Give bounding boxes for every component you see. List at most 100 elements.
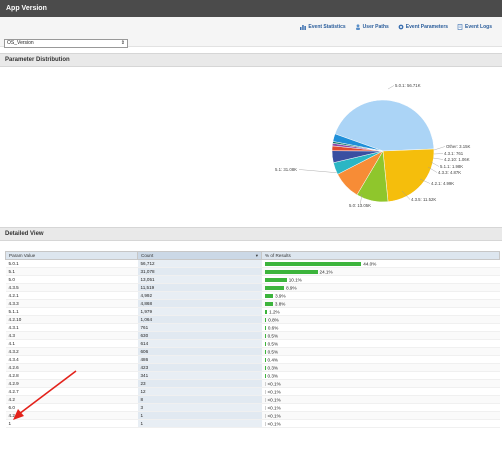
table-row[interactable]: 6.0 3 <0.1% [5, 403, 500, 412]
table-row[interactable]: 5.0.1 56,712 44.0% [5, 259, 500, 268]
column-header-percent[interactable]: % of Results [261, 251, 500, 260]
percent-label: <0.1% [267, 421, 281, 427]
cell-percent: <0.1% [261, 395, 500, 404]
table-row[interactable]: 4.2 8 <0.1% [5, 395, 500, 404]
cell-param-value: 5.0.1 [5, 259, 138, 268]
pie-label-connector [298, 169, 341, 174]
cell-count: 11,519 [137, 283, 262, 292]
percent-bar [264, 405, 266, 410]
table-row[interactable]: 4.2.6 423 0.3% [5, 363, 500, 372]
event-statistics-label: Event Statistics [308, 24, 346, 30]
cell-count: 1,979 [137, 307, 262, 316]
user-paths-icon [355, 24, 360, 30]
cell-percent: 0.3% [261, 371, 500, 380]
cell-count: 630 [137, 331, 262, 340]
cell-param-value: 4.2 [5, 395, 138, 404]
pie-slice-label: 4.2.1: 4.99K [431, 181, 454, 186]
table-row[interactable]: 5.1.1 1,979 1.2% [5, 307, 500, 316]
event-parameters-link[interactable]: Event Parameters [398, 24, 448, 30]
cell-percent: 0.8% [261, 315, 500, 324]
pie-label-connector [432, 157, 444, 160]
user-paths-link[interactable]: User Paths [355, 24, 389, 30]
cell-percent: <0.1% [261, 419, 500, 428]
cell-count: 1 [137, 411, 262, 420]
table-row[interactable]: 4.2.1 4,992 3.9% [5, 291, 500, 300]
percent-bar [264, 261, 362, 266]
cell-param-value: 5.1 [5, 267, 138, 276]
percent-bar [264, 285, 285, 290]
toolbar-links: Event Statistics User Paths Event Parame… [300, 24, 492, 30]
percent-label: 10.1% [288, 277, 302, 283]
table-row[interactable]: 5.0 13,051 10.1% [5, 275, 500, 284]
bar-chart-icon [300, 25, 307, 30]
table-row[interactable]: 4.3 630 0.5% [5, 331, 500, 340]
percent-label: 0.5% [267, 341, 279, 347]
cell-percent: 8.9% [261, 283, 500, 292]
percent-bar [264, 293, 274, 298]
table-row[interactable]: 4.3.4 486 0.4% [5, 355, 500, 364]
cell-count: 341 [137, 371, 262, 380]
percent-bar [264, 349, 266, 354]
percent-bar [264, 413, 266, 418]
cell-count: 4,868 [137, 299, 262, 308]
cell-param-value: 4.2.8 [5, 371, 138, 380]
cell-count: 23 [137, 379, 262, 388]
percent-bar [264, 277, 287, 282]
event-parameters-label: Event Parameters [405, 24, 449, 30]
parameter-distribution-header: Parameter Distribution [0, 53, 502, 67]
percent-label: <0.1% [267, 405, 281, 411]
cell-count: 12 [137, 387, 262, 396]
cell-param-value: 1 [5, 419, 138, 428]
event-logs-link[interactable]: Event Logs [457, 24, 492, 30]
table-row[interactable]: 4.2.8 341 0.3% [5, 371, 500, 380]
percent-bar [264, 421, 266, 426]
pie-label-connector [387, 85, 395, 90]
gear-icon [398, 24, 404, 30]
cell-param-value: 4.3.2 [5, 347, 138, 356]
cell-percent: 0.5% [261, 347, 500, 356]
table-row[interactable]: 4.3.5 11,519 8.9% [5, 283, 500, 292]
cell-percent: 44.0% [261, 259, 500, 268]
cell-percent: <0.1% [261, 379, 500, 388]
percent-bar [264, 301, 273, 306]
percent-label: 8.9% [286, 285, 297, 291]
percent-bar [264, 333, 266, 338]
cell-param-value: 4.2.10 [5, 315, 138, 324]
cell-param-value: 4.3 [5, 331, 138, 340]
pie-chart-area: 5.0.1: 56.71K 5.1: 31.08K 5.0: 13.05K 4.3.5… [0, 67, 502, 222]
cell-param-value: 5.1.1 [5, 307, 138, 316]
column-header-param-value[interactable]: Param Value [5, 251, 138, 260]
cell-param-value: 4.3.1 [5, 323, 138, 332]
cell-percent: 0.5% [261, 339, 500, 348]
column-header-count-label: Count [141, 252, 154, 258]
table-row[interactable]: 4.1 614 0.5% [5, 339, 500, 348]
pie-slice-label: 4.2.10: 1.06K [444, 157, 470, 162]
table-row[interactable]: 4.2.9 23 <0.1% [5, 379, 500, 388]
percent-bar [264, 381, 266, 386]
chevron-down-icon: ⇕ [120, 40, 125, 46]
param-select[interactable]: OS_Version ⇕ [4, 39, 128, 48]
table-row[interactable]: 5.1 31,078 24.1% [5, 267, 500, 276]
percent-bar [264, 341, 266, 346]
percent-label: <0.1% [267, 413, 281, 419]
percent-label: 0.6% [267, 325, 279, 331]
cell-param-value: 4.2.1 [5, 291, 138, 300]
cell-percent: 24.1% [261, 267, 500, 276]
percent-bar [264, 373, 266, 378]
table-row[interactable]: 4.3.1 761 0.6% [5, 323, 500, 332]
cell-param-value: 4.2.9 [5, 379, 138, 388]
pie-label-connector [433, 153, 444, 155]
pie-slice[interactable] [382, 148, 435, 203]
column-header-count[interactable]: Count ▾ [137, 251, 262, 260]
table-row[interactable]: 4.2.5 1 <0.1% [5, 411, 500, 420]
table-row[interactable]: 1 1 <0.1% [5, 419, 500, 428]
cell-percent: 0.5% [261, 331, 500, 340]
table-row[interactable]: 4.3.3 4,868 3.8% [5, 299, 500, 308]
cell-count: 4,992 [137, 291, 262, 300]
percent-bar [264, 325, 266, 330]
table-row[interactable]: 4.2.7 12 <0.1% [5, 387, 500, 396]
event-statistics-link[interactable]: Event Statistics [300, 24, 346, 30]
table-row[interactable]: 4.3.2 606 0.5% [5, 347, 500, 356]
table-row[interactable]: 4.2.10 1,064 0.8% [5, 315, 500, 324]
percent-label: <0.1% [267, 397, 281, 403]
